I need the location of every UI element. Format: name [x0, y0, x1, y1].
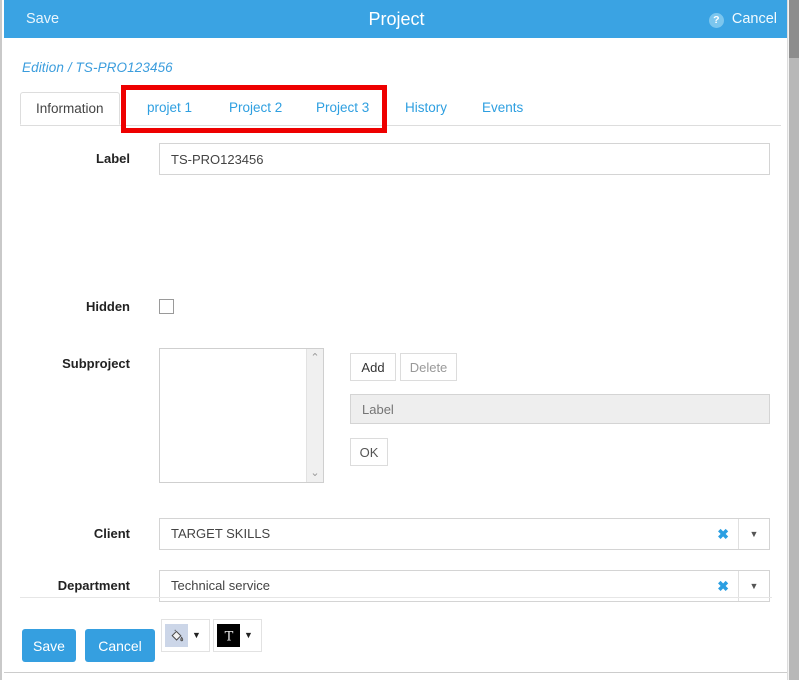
clear-client-icon[interactable]: ✖ — [717, 519, 729, 549]
label-field-label: Label — [2, 151, 130, 166]
text-color-icon: T — [217, 624, 240, 647]
client-dropdown-arrow-icon[interactable]: ▼ — [738, 519, 769, 549]
svg-text:T: T — [224, 629, 233, 644]
tab-project-3[interactable]: Project 3 — [301, 92, 384, 124]
header-right-group: ? Cancel — [709, 0, 777, 38]
fill-color-button[interactable]: ▼ — [161, 619, 210, 652]
tab-projet-1[interactable]: projet 1 — [132, 92, 207, 124]
tab-strip: Information projet 1 Project 2 Project 3… — [20, 92, 781, 126]
tab-events[interactable]: Events — [467, 92, 538, 124]
tab-history[interactable]: History — [390, 92, 462, 124]
tab-information[interactable]: Information — [20, 92, 120, 125]
chevron-down-icon[interactable]: ⌄ — [307, 465, 323, 481]
window-bottom-border — [4, 672, 789, 673]
fill-color-caret-icon[interactable]: ▼ — [192, 631, 201, 640]
label-input[interactable] — [159, 143, 770, 175]
help-circle-icon[interactable]: ? — [709, 13, 724, 28]
project-edit-window: Project Save ? Cancel Edition / TS-PRO12… — [0, 0, 799, 680]
footer-divider — [20, 597, 772, 598]
text-color-button[interactable]: T ▼ — [213, 619, 262, 652]
chevron-up-icon[interactable]: ⌃ — [307, 350, 323, 366]
hidden-field-label: Hidden — [2, 299, 130, 314]
window-title: Project — [4, 0, 789, 38]
client-field-label: Client — [2, 526, 130, 541]
tab-project-2[interactable]: Project 2 — [214, 92, 297, 124]
window-header: Project Save ? Cancel — [4, 0, 789, 38]
header-cancel-button[interactable]: Cancel — [732, 0, 777, 38]
subproject-field-label: Subproject — [2, 356, 130, 371]
header-save-button[interactable]: Save — [26, 0, 59, 38]
client-combobox[interactable]: TARGET SKILLS ✖ ▼ — [159, 518, 770, 550]
add-subproject-button[interactable]: Add — [350, 353, 396, 381]
breadcrumb[interactable]: Edition / TS-PRO123456 — [22, 60, 173, 75]
subproject-ok-button[interactable]: OK — [350, 438, 388, 466]
footer-cancel-button[interactable]: Cancel — [85, 629, 155, 662]
department-field-label: Department — [2, 578, 130, 593]
text-color-caret-icon[interactable]: ▼ — [244, 631, 253, 640]
footer-save-button[interactable]: Save — [22, 629, 76, 662]
page-scrollbar-rail[interactable] — [789, 58, 799, 680]
page-scrollbar-thumb[interactable] — [789, 0, 799, 58]
paint-bucket-icon — [165, 624, 188, 647]
information-form: Label Hidden Subproject ⌃ ⌄ Add Delete O… — [2, 133, 789, 233]
client-value: TARGET SKILLS — [171, 519, 270, 549]
subproject-listbox-scrollbar[interactable]: ⌃ ⌄ — [306, 349, 323, 482]
subproject-label-input[interactable] — [350, 394, 770, 424]
hidden-checkbox[interactable] — [159, 299, 174, 314]
row-hidden: Hidden — [2, 229, 789, 281]
page-scrollbar[interactable] — [787, 0, 799, 680]
row-label: Label — [2, 133, 789, 181]
delete-subproject-button[interactable]: Delete — [400, 353, 457, 381]
subproject-listbox[interactable]: ⌃ ⌄ — [159, 348, 324, 483]
